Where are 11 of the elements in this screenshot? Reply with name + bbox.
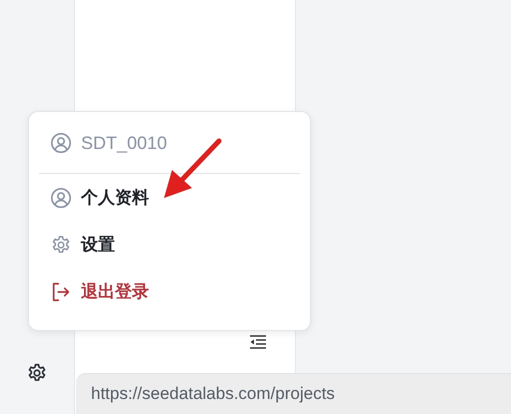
menu-item[interactable]: 退出登录 (39, 268, 300, 315)
settings-icon[interactable] (26, 362, 48, 384)
username: SDT_0010 (81, 132, 168, 154)
collapse-icon[interactable] (250, 335, 266, 349)
user-icon (50, 132, 72, 154)
gear-icon (50, 234, 72, 256)
user-icon (50, 186, 72, 208)
menu-item[interactable]: 个人资料 (39, 174, 300, 221)
menu-item[interactable]: 设置 (39, 221, 300, 268)
link-url: https://seedatalabs.com/projects (91, 384, 335, 404)
logout-icon (50, 280, 72, 302)
